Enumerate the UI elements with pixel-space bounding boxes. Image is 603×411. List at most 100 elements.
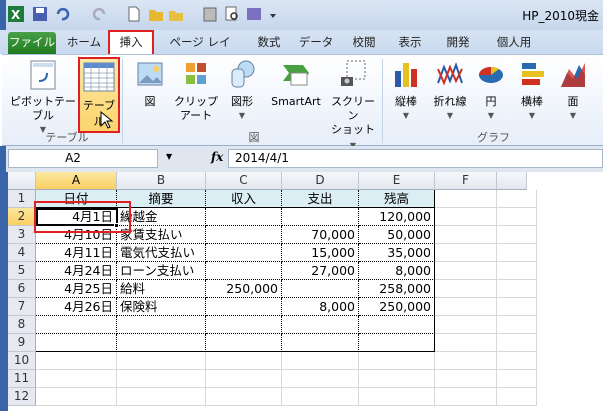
- row-header-8[interactable]: 8: [8, 316, 36, 334]
- cell-A9[interactable]: [36, 334, 117, 352]
- column-header-C[interactable]: C: [206, 172, 282, 190]
- cell-C3[interactable]: [206, 226, 282, 244]
- clip-art-button[interactable]: クリップ アート: [174, 59, 218, 123]
- tab-personal[interactable]: 個人用: [492, 32, 536, 54]
- cell-F9[interactable]: [435, 334, 497, 352]
- cell-E3[interactable]: 50,000: [359, 226, 435, 244]
- cell-F3[interactable]: [435, 226, 497, 244]
- cell-F4[interactable]: [435, 244, 497, 262]
- column-header-D[interactable]: D: [282, 172, 359, 190]
- cell-B10[interactable]: [117, 352, 206, 370]
- cell-E12[interactable]: [359, 388, 435, 406]
- cell-F5[interactable]: [435, 262, 497, 280]
- cell-G3[interactable]: [497, 226, 537, 244]
- undo-icon[interactable]: [54, 6, 70, 22]
- column-header-G[interactable]: [497, 172, 527, 190]
- open-folder-icon[interactable]: [148, 6, 164, 22]
- cell-C12[interactable]: [206, 388, 282, 406]
- cell-G7[interactable]: [497, 298, 537, 316]
- tab-insert[interactable]: 挿入: [108, 30, 154, 54]
- cell-G12[interactable]: [497, 388, 537, 406]
- cell-B4[interactable]: 電気代支払い: [117, 244, 206, 262]
- cell-A5[interactable]: 4月24日: [36, 262, 117, 280]
- cell-F11[interactable]: [435, 370, 497, 388]
- tab-page-layout[interactable]: ページ レイアウト: [164, 32, 236, 69]
- cell-D1[interactable]: 支出: [282, 190, 359, 208]
- cell-B1[interactable]: 摘要: [117, 190, 206, 208]
- row-header-6[interactable]: 6: [8, 280, 36, 298]
- print-preview-icon[interactable]: [224, 6, 240, 22]
- bar-chart-button[interactable]: 横棒 ▼: [510, 59, 554, 123]
- row-header-11[interactable]: 11: [8, 370, 36, 388]
- cell-G9[interactable]: [497, 334, 537, 352]
- cell-D7[interactable]: 8,000: [282, 298, 359, 316]
- cell-E11[interactable]: [359, 370, 435, 388]
- fill-handle[interactable]: [114, 223, 119, 228]
- column-header-E[interactable]: E: [359, 172, 435, 190]
- column-chart-button[interactable]: 縦棒 ▼: [386, 59, 426, 123]
- cell-D10[interactable]: [282, 352, 359, 370]
- cell-D11[interactable]: [282, 370, 359, 388]
- cell-F8[interactable]: [435, 316, 497, 334]
- row-header-3[interactable]: 3: [8, 226, 36, 244]
- cell-E8[interactable]: [359, 316, 435, 334]
- pivot-table-button[interactable]: ピボットテーブル ▼: [8, 59, 78, 137]
- tab-formulas[interactable]: 数式: [252, 32, 286, 54]
- cell-D12[interactable]: [282, 388, 359, 406]
- cell-D6[interactable]: [282, 280, 359, 298]
- cell-A7[interactable]: 4月26日: [36, 298, 117, 316]
- cell-G11[interactable]: [497, 370, 537, 388]
- cell-A12[interactable]: [36, 388, 117, 406]
- cell-C4[interactable]: [206, 244, 282, 262]
- cell-F2[interactable]: [435, 208, 497, 226]
- row-header-5[interactable]: 5: [8, 262, 36, 280]
- cell-E5[interactable]: 8,000: [359, 262, 435, 280]
- column-header-A[interactable]: A: [36, 172, 117, 190]
- cell-B9[interactable]: [117, 334, 206, 352]
- insert-function-icon[interactable]: fx: [211, 150, 223, 164]
- cell-C7[interactable]: [206, 298, 282, 316]
- tab-review[interactable]: 校閲: [346, 32, 382, 54]
- cell-G6[interactable]: [497, 280, 537, 298]
- cell-G4[interactable]: [497, 244, 537, 262]
- customize-qat-icon[interactable]: [268, 6, 278, 22]
- cell-A4[interactable]: 4月11日: [36, 244, 117, 262]
- row-header-1[interactable]: 1: [8, 190, 36, 208]
- cell-B3[interactable]: 家賃支払い: [117, 226, 206, 244]
- cell-B5[interactable]: ローン支払い: [117, 262, 206, 280]
- cell-B12[interactable]: [117, 388, 206, 406]
- row-header-12[interactable]: 12: [8, 388, 36, 406]
- cell-A11[interactable]: [36, 370, 117, 388]
- cell-E2[interactable]: 120,000: [359, 208, 435, 226]
- area-chart-button[interactable]: 面 ▼: [558, 59, 588, 123]
- cell-E6[interactable]: 258,000: [359, 280, 435, 298]
- cell-G10[interactable]: [497, 352, 537, 370]
- cell-E9[interactable]: [359, 334, 435, 352]
- row-header-4[interactable]: 4: [8, 244, 36, 262]
- cell-A2[interactable]: 4月1日: [36, 208, 117, 226]
- cell-C1[interactable]: 収入: [206, 190, 282, 208]
- shapes-button[interactable]: 図形 ▼: [222, 59, 262, 123]
- cell-E7[interactable]: 250,000: [359, 298, 435, 316]
- folder-icon[interactable]: [168, 6, 184, 22]
- cell-F10[interactable]: [435, 352, 497, 370]
- cell-C2[interactable]: [206, 208, 282, 226]
- row-header-10[interactable]: 10: [8, 352, 36, 370]
- paste-icon[interactable]: [202, 6, 218, 22]
- column-header-B[interactable]: B: [117, 172, 206, 190]
- cell-E1[interactable]: 残高: [359, 190, 435, 208]
- row-header-2[interactable]: 2: [8, 208, 36, 226]
- smartart-button[interactable]: SmartArt: [266, 59, 326, 109]
- cell-C5[interactable]: [206, 262, 282, 280]
- picture-button[interactable]: 図: [130, 59, 170, 109]
- cell-D8[interactable]: [282, 316, 359, 334]
- cell-D3[interactable]: 70,000: [282, 226, 359, 244]
- cell-D5[interactable]: 27,000: [282, 262, 359, 280]
- cell-F6[interactable]: [435, 280, 497, 298]
- cell-A6[interactable]: 4月25日: [36, 280, 117, 298]
- cell-A3[interactable]: 4月10日: [36, 226, 117, 244]
- cell-G1[interactable]: [497, 190, 537, 208]
- select-all-button[interactable]: [8, 172, 36, 190]
- row-header-9[interactable]: 9: [8, 334, 36, 352]
- cell-C11[interactable]: [206, 370, 282, 388]
